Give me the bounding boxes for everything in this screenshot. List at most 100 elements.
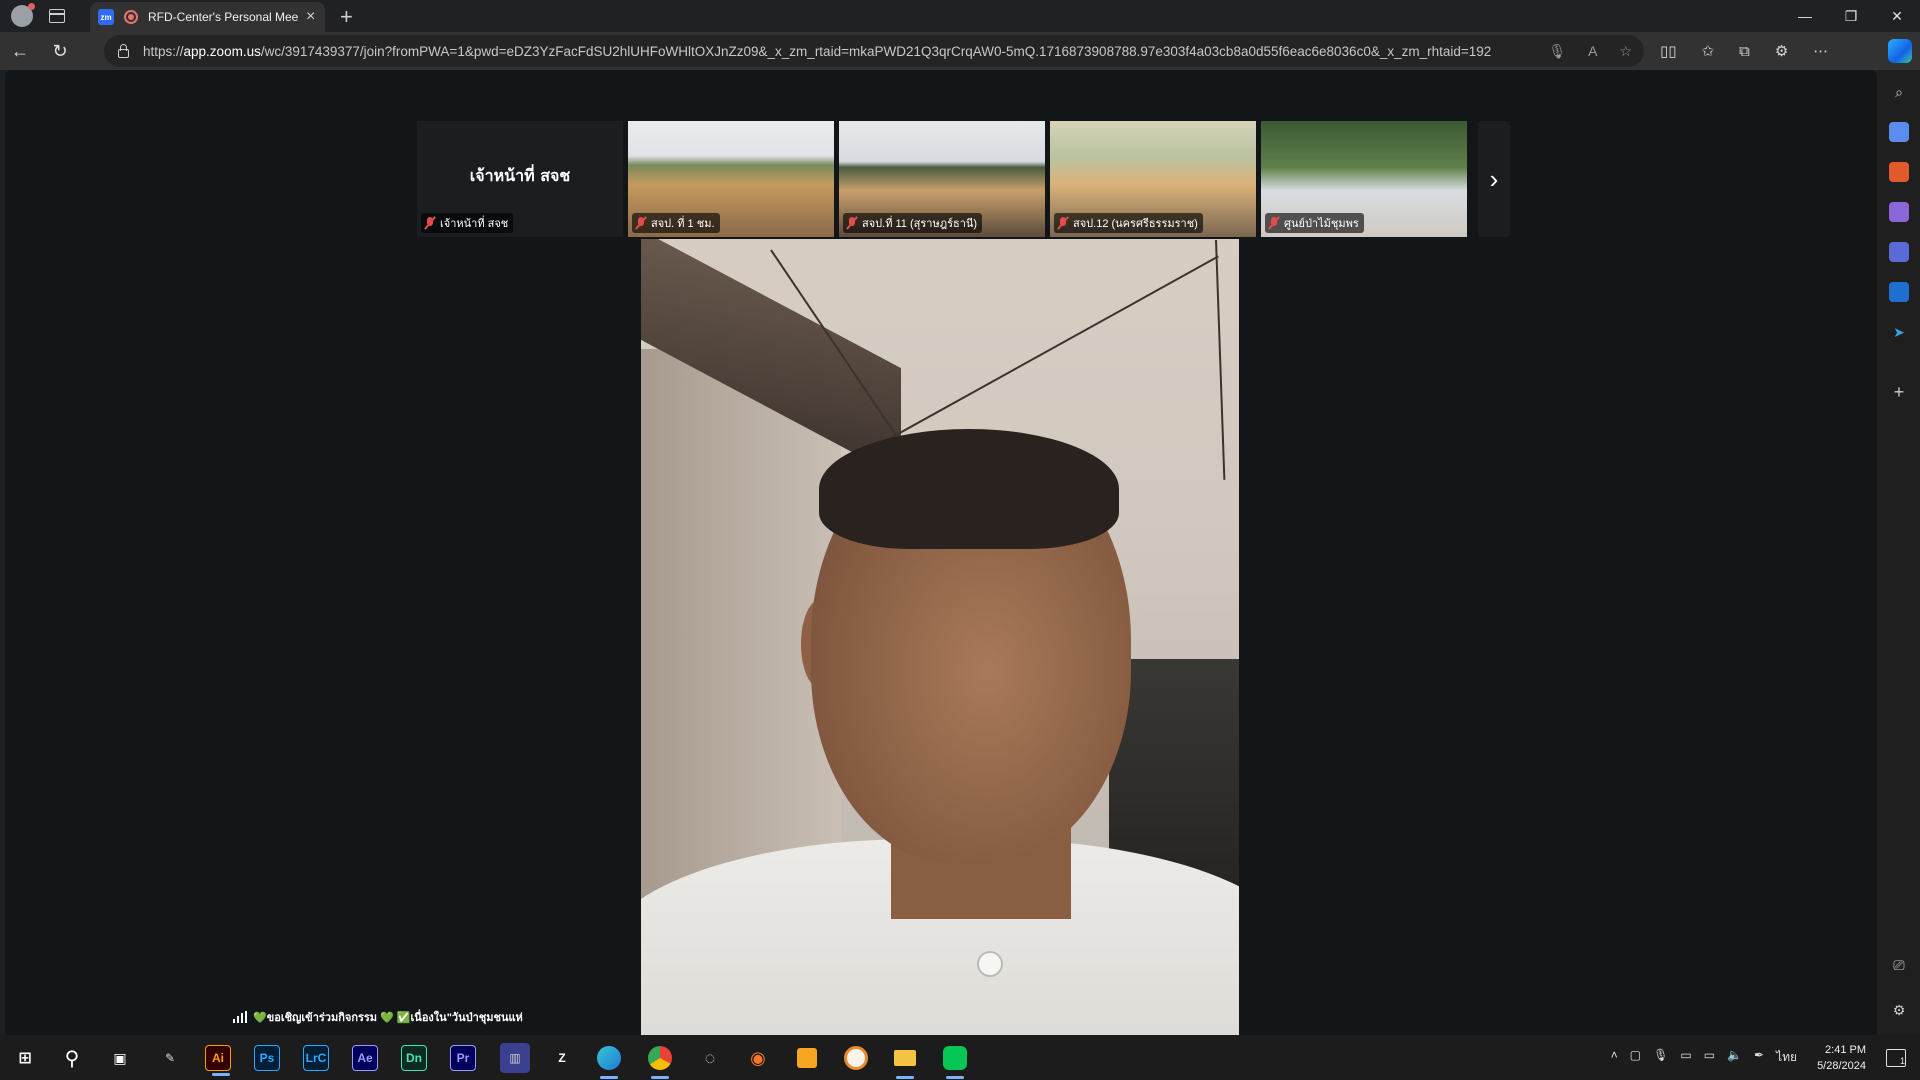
favorite-star-icon[interactable]: ☆ [1619, 43, 1632, 60]
taskbar-clock[interactable]: 2:41 PM 5/28/2024 [1817, 1042, 1866, 1074]
signal-strength-icon [233, 1011, 247, 1023]
volume-icon[interactable]: 🔈 [1727, 1048, 1742, 1067]
battery-icon[interactable]: ▭ [1704, 1048, 1715, 1067]
participant-name: สจป. ที่ 1 ชม. [651, 218, 715, 230]
active-tab[interactable]: zm RFD-Center's Personal Meeting Room × [90, 2, 325, 32]
profile-avatar[interactable] [11, 3, 35, 27]
participant-tile[interactable]: ศูนย์ป่าไม้ชุมพร [1261, 121, 1467, 237]
microphone-icon[interactable]: 🎙 [1653, 1048, 1668, 1067]
app-icon[interactable]: ✎ [155, 1043, 185, 1073]
participant-label: สจป. ที่ 1 ชม. [632, 213, 720, 233]
participant-strip: เจ้าหน้าที่ สจช เจ้าหน้าที่ สจช สจป. ที่… [417, 121, 1510, 237]
favorites-icon[interactable]: ✩ [1702, 42, 1715, 60]
split-screen-icon[interactable]: ▯▯ [1660, 42, 1677, 60]
participant-name: สจป.12 (นครศรีธรรมราช) [1073, 218, 1198, 230]
zoom-favicon-icon: zm [98, 9, 114, 25]
close-window-button[interactable]: ✕ [1874, 0, 1920, 32]
participant-label: สจป.ที่ 11 (สุราษฎร์ธานี) [843, 213, 983, 233]
url-path: /wc/3917439377/join?fromPWA=1&pwd=eDZ3Yz… [260, 43, 1492, 59]
participant-name: สจป.ที่ 11 (สุราษฎร์ธานี) [862, 218, 978, 230]
line-icon[interactable] [940, 1043, 970, 1079]
zoom-meeting-area: เจ้าหน้าที่ สจช เจ้าหน้าที่ สจช สจป. ที่… [5, 70, 1877, 1035]
browser-toolbar-icons: ▯▯ ✩ ⧉ ⚙ ⋯ [1660, 32, 1828, 70]
url-bar[interactable]: https://app.zoom.us/wc/3917439377/join?f… [104, 35, 1644, 67]
games-icon[interactable] [1889, 202, 1909, 222]
active-speaker-video[interactable] [641, 239, 1239, 1035]
participant-label: ศูนย์ป่าไม้ชุมพร [1265, 213, 1364, 233]
package-icon[interactable] [792, 1043, 822, 1073]
lock-icon[interactable] [118, 43, 129, 58]
blender-icon[interactable]: ◉ [743, 1043, 773, 1073]
mic-muted-icon [635, 216, 647, 230]
search-icon[interactable]: ⌕ [1889, 82, 1909, 102]
start-icon[interactable]: ⊞ [10, 1043, 40, 1073]
premiere-icon[interactable]: Pr [450, 1045, 476, 1071]
screen-capture-icon[interactable]: ⎚ [1889, 955, 1909, 975]
add-sidebar-app-icon[interactable]: + [1889, 382, 1909, 402]
browser-sidebar: ⌕ ➤ + ⎚ ⚙ [1878, 70, 1920, 1035]
participant-tile[interactable]: สจป.ที่ 11 (สุราษฎร์ธานี) [839, 121, 1045, 237]
participant-avatar-name: เจ้าหน้าที่ สจช [469, 165, 571, 185]
next-page-button[interactable]: › [1478, 121, 1510, 237]
window-controls: — ❐ ✕ [1782, 0, 1920, 32]
telegram-icon[interactable]: ➤ [1889, 322, 1909, 342]
show-hidden-icons-icon[interactable]: ˄ [1611, 1048, 1618, 1067]
display-icon[interactable]: ▭ [1680, 1048, 1691, 1067]
file-explorer-icon[interactable] [890, 1043, 920, 1079]
chrome-icon[interactable] [645, 1043, 675, 1079]
visual-studio-icon[interactable]: ▥ [500, 1043, 530, 1073]
chevron-right-icon: › [1489, 163, 1499, 194]
participant-label: สจป.12 (นครศรีธรรมราช) [1054, 213, 1203, 233]
more-menu-icon[interactable]: ⋯ [1813, 42, 1828, 60]
restore-button[interactable]: ❐ [1828, 0, 1874, 32]
participant-tile[interactable]: สจป.12 (นครศรีธรรมราช) [1050, 121, 1256, 237]
read-aloud-icon[interactable]: A [1588, 43, 1597, 60]
copilot-icon[interactable] [1888, 39, 1912, 63]
video-shirt-button [977, 951, 1003, 977]
lightroom-classic-icon[interactable]: LrC [303, 1045, 329, 1071]
photoshop-icon[interactable]: Ps [254, 1045, 280, 1071]
language-indicator[interactable]: ไทย [1776, 1048, 1797, 1067]
refresh-button[interactable]: ↻ [40, 32, 80, 70]
back-button[interactable]: ← [0, 32, 40, 70]
participant-name: เจ้าหน้าที่ สจช [440, 218, 509, 230]
app-icon[interactable] [841, 1043, 871, 1073]
copilot-pro-icon[interactable] [1889, 242, 1909, 262]
system-tray: ˄ ▢ 🎙 ▭ ▭ 🔈 ✒ ไทย 2:41 PM 5/28/2024 1 [1611, 1035, 1920, 1080]
shopping-icon[interactable] [1889, 122, 1909, 142]
microphone-icon[interactable]: 🎙 [1548, 43, 1566, 60]
url-prefix: https:// [143, 43, 184, 59]
after-effects-icon[interactable]: Ae [352, 1045, 378, 1071]
tab-close-icon[interactable]: × [306, 8, 315, 26]
notification-center-icon[interactable]: 1 [1886, 1048, 1906, 1067]
outlook-icon[interactable] [1889, 282, 1909, 302]
tab-title: RFD-Center's Personal Meeting Room [148, 10, 298, 24]
device-icon[interactable]: ▢ [1630, 1048, 1641, 1067]
tools-icon[interactable] [1889, 162, 1909, 182]
tab-actions-icon[interactable] [49, 9, 65, 23]
new-tab-button[interactable]: + [340, 4, 353, 30]
sidebar-settings-icon[interactable]: ⚙ [1889, 1000, 1909, 1020]
minimize-button[interactable]: — [1782, 0, 1828, 32]
capture-one-icon[interactable]: ◌ [695, 1043, 725, 1073]
browser-titlebar: zm RFD-Center's Personal Meeting Room × … [0, 0, 1920, 32]
pen-icon[interactable]: ✒ [1754, 1048, 1764, 1067]
mic-muted-icon [1268, 216, 1280, 230]
url-text[interactable]: https://app.zoom.us/wc/3917439377/join?f… [143, 44, 1523, 59]
search-icon[interactable]: ⚲ [57, 1043, 87, 1073]
illustrator-icon[interactable]: Ai [205, 1045, 231, 1076]
participant-name: ศูนย์ป่าไม้ชุมพร [1284, 218, 1359, 230]
participant-tile[interactable]: เจ้าหน้าที่ สจช เจ้าหน้าที่ สจช [417, 121, 623, 237]
collections-icon[interactable]: ⧉ [1739, 43, 1750, 60]
zbrush-icon[interactable]: Z [547, 1043, 577, 1073]
task-view-icon[interactable]: ▣ [105, 1043, 135, 1073]
extensions-icon[interactable]: ⚙ [1775, 42, 1788, 60]
edge-icon[interactable] [594, 1043, 624, 1079]
tray-icons: ˄ ▢ 🎙 ▭ ▭ 🔈 ✒ ไทย [1611, 1048, 1797, 1067]
dimension-icon[interactable]: Dn [401, 1045, 427, 1071]
mic-muted-icon [1057, 216, 1069, 230]
mic-muted-icon [424, 216, 436, 230]
windows-taskbar: ⊞ ⚲ ▣ ✎ Ai Ps LrC Ae Dn Pr ▥ Z ◌ ◉ ˄ ▢ 🎙 ▭ ▭ … [0, 1035, 1920, 1080]
clock-time: 2:41 PM [1825, 1043, 1866, 1056]
participant-tile[interactable]: สจป. ที่ 1 ชม. [628, 121, 834, 237]
